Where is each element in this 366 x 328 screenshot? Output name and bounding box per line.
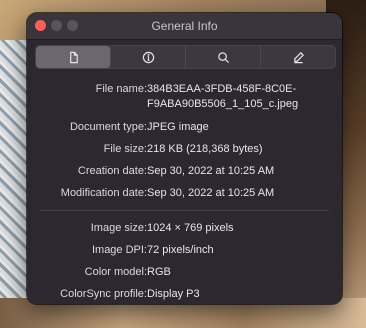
colorsync-profile-value: Display P3 [147, 288, 200, 300]
general-info-window: General Info File name: 384B3EAA-3FDB-45… [27, 13, 342, 304]
section-divider [40, 210, 329, 211]
tab-general[interactable] [36, 46, 111, 68]
window-title: General Info [151, 19, 218, 33]
inspector-toolbar [35, 45, 336, 69]
modification-date-value: Sep 30, 2022 at 10:25 AM [147, 187, 275, 199]
pencil-icon [293, 51, 304, 63]
image-dpi-label: Image DPI: [91, 244, 147, 256]
file-size-label: File size: [103, 143, 147, 155]
colorsync-profile-label: ColorSync profile: [60, 288, 147, 300]
image-size-value: 1024 × 769 pixels [147, 222, 234, 234]
file-name-value-line2: F9ABA90B5506_1_105_c.jpeg [147, 98, 299, 110]
info-icon [142, 51, 154, 63]
tab-edit[interactable] [261, 46, 335, 68]
file-name-label: File name: [95, 83, 147, 95]
image-dpi-value: 72 pixels/inch [147, 244, 214, 256]
document-type-label: Document type: [69, 121, 147, 133]
file-size-value: 218 KB (218,368 bytes) [147, 143, 263, 155]
modification-date-label: Modification date: [60, 187, 147, 199]
document-type-value: JPEG image [147, 121, 209, 133]
tab-info[interactable] [111, 46, 186, 68]
image-size-label: Image size: [90, 222, 147, 234]
color-model-label: Color model: [84, 266, 147, 278]
creation-date-label: Creation date: [77, 165, 147, 177]
document-icon [69, 51, 78, 63]
creation-date-value: Sep 30, 2022 at 10:25 AM [147, 165, 275, 177]
file-name-value-line1: 384B3EAA-3FDB-458F-8C0E- [147, 83, 297, 95]
search-icon [217, 51, 229, 63]
tab-search[interactable] [186, 46, 261, 68]
titlebar: General Info [27, 13, 342, 40]
color-model-value: RGB [147, 266, 171, 278]
